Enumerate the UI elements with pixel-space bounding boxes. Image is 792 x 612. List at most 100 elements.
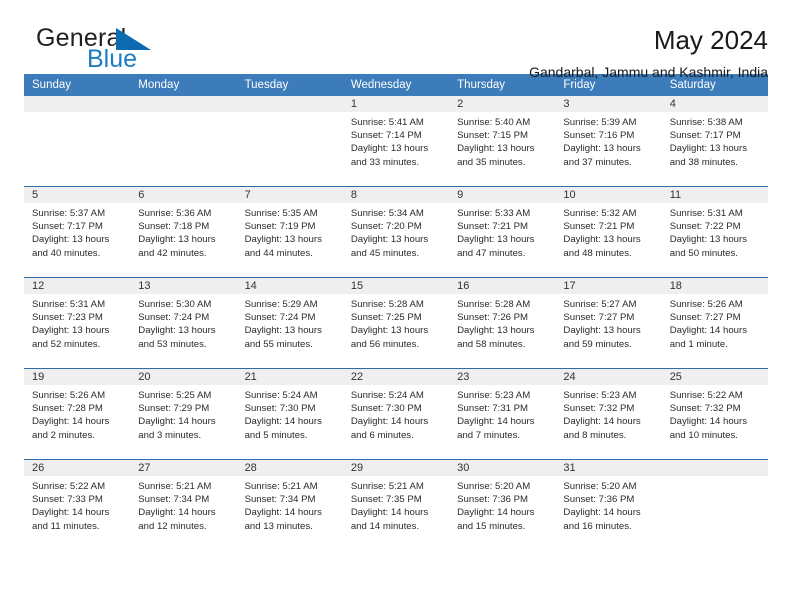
calendar-day-cell[interactable]: 15 Sunrise: 5:28 AM Sunset: 7:25 PM Dayligh… (342, 277, 450, 369)
calendar-day-cell[interactable]: 11 Sunrise: 5:31 AM Sunset: 7:22 PM Dayligh… (661, 186, 768, 278)
day-detail-line: Sunset: 7:30 PM (244, 403, 316, 415)
calendar-day-cell[interactable]: 5 Sunrise: 5:37 AM Sunset: 7:17 PM Daylight… (24, 186, 131, 278)
calendar-week-row: 26 Sunrise: 5:22 AM Sunset: 7:33 PM Dayligh… (24, 459, 768, 550)
day-detail-line: Sunset: 7:25 PM (350, 312, 422, 324)
calendar-day-cell[interactable]: 9 Sunrise: 5:33 AM Sunset: 7:21 PM Daylight… (449, 186, 556, 278)
calendar-day-cell[interactable]: 29 Sunrise: 5:21 AM Sunset: 7:35 PM Dayligh… (342, 459, 450, 550)
day-detail-line: and 1 minute. (669, 338, 728, 350)
day-number: 20 (130, 369, 237, 385)
day-detail-line: Daylight: 14 hours (457, 416, 535, 428)
weekday-header-monday: Monday (130, 74, 237, 96)
calendar-day-cell[interactable]: 16 Sunrise: 5:28 AM Sunset: 7:26 PM Dayligh… (449, 277, 556, 369)
day-detail-line: Sunrise: 5:38 AM (669, 117, 743, 128)
day-detail-line: Daylight: 14 hours (669, 416, 748, 428)
day-detail-line: Sunset: 7:14 PM (350, 130, 422, 142)
day-number: 14 (236, 278, 343, 294)
day-detail-line: and 12 minutes. (138, 520, 207, 532)
day-detail-line: Sunrise: 5:21 AM (244, 481, 318, 492)
calendar-day-cell[interactable]: 7 Sunrise: 5:35 AM Sunset: 7:19 PM Daylight… (236, 186, 343, 278)
day-number: 13 (130, 278, 237, 294)
day-detail-line: Daylight: 14 hours (244, 416, 322, 428)
day-detail-line: Sunrise: 5:31 AM (669, 208, 743, 219)
calendar-day-cell[interactable]: 23 Sunrise: 5:23 AM Sunset: 7:31 PM Dayligh… (449, 368, 556, 460)
day-number: 26 (24, 460, 131, 476)
calendar-day-cell[interactable]: 14 Sunrise: 5:29 AM Sunset: 7:24 PM Dayligh… (236, 277, 343, 369)
day-detail-line: Daylight: 13 hours (138, 325, 216, 337)
day-detail-line: and 6 minutes. (350, 429, 414, 441)
calendar-day-cell[interactable]: 10 Sunrise: 5:32 AM Sunset: 7:21 PM Dayligh… (555, 186, 662, 278)
day-detail-line: Sunset: 7:21 PM (457, 221, 529, 233)
calendar-day-cell[interactable]: 20 Sunrise: 5:25 AM Sunset: 7:29 PM Dayligh… (130, 368, 237, 460)
day-detail-line: Sunset: 7:24 PM (244, 312, 316, 324)
calendar-day-cell[interactable]: 21 Sunrise: 5:24 AM Sunset: 7:30 PM Dayligh… (236, 368, 343, 460)
day-number: 15 (342, 278, 450, 294)
calendar-day-cell[interactable]: 31 Sunrise: 5:20 AM Sunset: 7:36 PM Dayligh… (555, 459, 662, 550)
day-details: Sunrise: 5:36 AM Sunset: 7:18 PM Daylight:… (130, 203, 236, 260)
day-details: Sunrise: 5:32 AM Sunset: 7:21 PM Daylight:… (555, 203, 661, 260)
calendar-day-cell[interactable]: 8 Sunrise: 5:34 AM Sunset: 7:20 PM Daylight… (342, 186, 450, 278)
day-detail-line: Daylight: 13 hours (138, 234, 216, 246)
day-detail-line: Sunrise: 5:26 AM (32, 390, 106, 401)
day-detail-line: and 47 minutes. (457, 247, 526, 259)
calendar-day-cell[interactable]: 24 Sunrise: 5:23 AM Sunset: 7:32 PM Dayligh… (555, 368, 662, 460)
calendar-day-cell[interactable]: 27 Sunrise: 5:21 AM Sunset: 7:34 PM Dayligh… (130, 459, 237, 550)
calendar-day-cell[interactable]: 26 Sunrise: 5:22 AM Sunset: 7:33 PM Dayligh… (24, 459, 131, 550)
day-detail-line: Sunset: 7:15 PM (457, 130, 529, 142)
day-number: 22 (342, 369, 450, 385)
calendar-day-cell[interactable]: 3 Sunrise: 5:39 AM Sunset: 7:16 PM Daylight… (555, 96, 662, 187)
day-detail-line: Sunrise: 5:27 AM (563, 299, 637, 310)
day-detail-line: Sunset: 7:32 PM (563, 403, 635, 415)
day-detail-line: Sunrise: 5:23 AM (457, 390, 531, 401)
day-details: Sunrise: 5:22 AM Sunset: 7:33 PM Daylight:… (24, 476, 130, 533)
day-details: Sunrise: 5:21 AM Sunset: 7:35 PM Daylight:… (343, 476, 449, 533)
day-detail-line: Daylight: 14 hours (350, 507, 429, 519)
day-detail-line: Sunrise: 5:39 AM (563, 117, 637, 128)
day-detail-line: Sunset: 7:21 PM (563, 221, 635, 233)
day-details: Sunrise: 5:35 AM Sunset: 7:19 PM Daylight:… (237, 203, 343, 260)
calendar-day-cell[interactable]: 17 Sunrise: 5:27 AM Sunset: 7:27 PM Dayligh… (555, 277, 662, 369)
day-number: 2 (449, 96, 556, 112)
day-detail-line: Daylight: 13 hours (563, 325, 641, 337)
day-detail-line: Daylight: 13 hours (669, 234, 748, 246)
day-detail-line: Sunset: 7:34 PM (138, 494, 210, 506)
calendar-day-cell[interactable]: 4 Sunrise: 5:38 AM Sunset: 7:17 PM Daylight… (661, 96, 768, 187)
day-detail-line: Daylight: 13 hours (32, 234, 110, 246)
day-details: Sunrise: 5:31 AM Sunset: 7:22 PM Daylight:… (662, 203, 768, 260)
day-detail-line: Sunset: 7:34 PM (244, 494, 316, 506)
day-number: 3 (555, 96, 662, 112)
day-detail-line: and 59 minutes. (563, 338, 632, 350)
day-detail-line: Sunrise: 5:20 AM (457, 481, 531, 492)
calendar-day-cell[interactable]: 22 Sunrise: 5:24 AM Sunset: 7:30 PM Dayligh… (342, 368, 450, 460)
calendar-day-cell[interactable]: 2 Sunrise: 5:40 AM Sunset: 7:15 PM Daylight… (449, 96, 556, 187)
calendar-day-cell[interactable]: 25 Sunrise: 5:22 AM Sunset: 7:32 PM Dayligh… (661, 368, 768, 460)
day-detail-line: Sunset: 7:36 PM (563, 494, 635, 506)
calendar-day-cell[interactable]: 12 Sunrise: 5:31 AM Sunset: 7:23 PM Dayligh… (24, 277, 131, 369)
day-number: 11 (661, 187, 768, 203)
day-number: 21 (236, 369, 343, 385)
calendar-day-cell[interactable]: 1 Sunrise: 5:41 AM Sunset: 7:14 PM Daylight… (342, 96, 450, 187)
logo[interactable]: General Blue (24, 24, 204, 73)
day-detail-line: and 44 minutes. (244, 247, 313, 259)
day-detail-line: and 15 minutes. (457, 520, 526, 532)
day-detail-line: Sunrise: 5:34 AM (350, 208, 424, 219)
day-detail-line: Sunrise: 5:23 AM (563, 390, 637, 401)
day-details: Sunrise: 5:22 AM Sunset: 7:32 PM Daylight:… (662, 385, 768, 442)
day-details (130, 112, 236, 116)
calendar-day-cell[interactable]: 19 Sunrise: 5:26 AM Sunset: 7:28 PM Dayligh… (24, 368, 131, 460)
calendar-day-cell[interactable]: 30 Sunrise: 5:20 AM Sunset: 7:36 PM Dayligh… (449, 459, 556, 550)
day-detail-line: Daylight: 13 hours (32, 325, 110, 337)
calendar-day-cell[interactable]: 6 Sunrise: 5:36 AM Sunset: 7:18 PM Daylight… (130, 186, 237, 278)
day-details: Sunrise: 5:39 AM Sunset: 7:16 PM Daylight:… (555, 112, 661, 169)
calendar-empty-cell (130, 96, 237, 187)
title-block: May 2024 Gandarbal, Jammu and Kashmir, I… (529, 24, 768, 82)
day-number (130, 96, 237, 112)
day-detail-line: and 3 minutes. (138, 429, 202, 441)
day-number: 29 (342, 460, 450, 476)
day-detail-line: and 53 minutes. (138, 338, 207, 350)
calendar-day-cell[interactable]: 18 Sunrise: 5:26 AM Sunset: 7:27 PM Dayligh… (661, 277, 768, 369)
calendar-day-cell[interactable]: 13 Sunrise: 5:30 AM Sunset: 7:24 PM Dayligh… (130, 277, 237, 369)
day-detail-line: Daylight: 14 hours (457, 507, 535, 519)
calendar-day-cell[interactable]: 28 Sunrise: 5:21 AM Sunset: 7:34 PM Dayligh… (236, 459, 343, 550)
day-detail-line: Daylight: 13 hours (350, 325, 429, 337)
day-detail-line: and 40 minutes. (32, 247, 101, 259)
